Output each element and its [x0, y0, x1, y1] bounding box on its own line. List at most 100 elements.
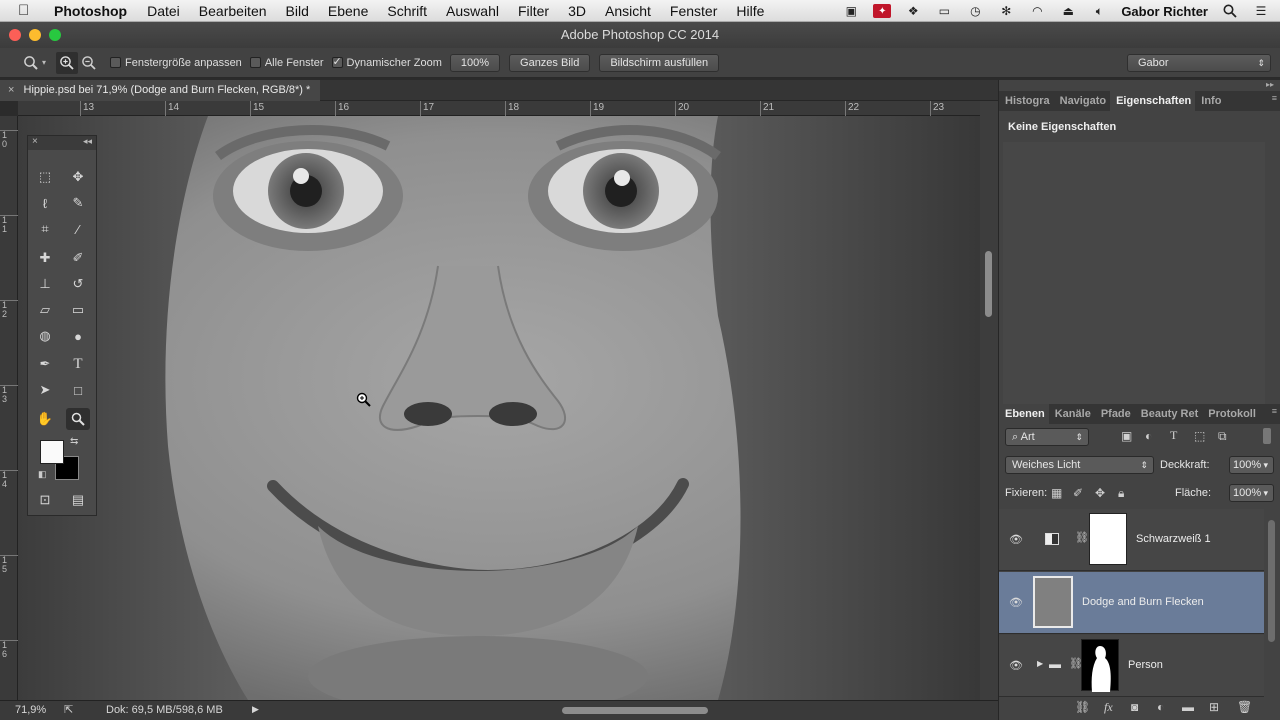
delete-layer-icon[interactable]: 🗑︎	[1237, 700, 1252, 714]
layers-panel-menu-icon[interactable]: ≡	[1272, 406, 1277, 416]
zoom-tool-icon[interactable]	[66, 408, 90, 430]
menu-ansicht[interactable]: Ansicht	[605, 3, 651, 19]
preset-dropdown-icon[interactable]: ▾	[42, 58, 46, 67]
tab-beauty-retouch[interactable]: Beauty Ret	[1135, 404, 1202, 424]
scrubby-zoom-option[interactable]: Dynamischer Zoom	[331, 55, 442, 69]
resize-windows-checkbox[interactable]	[110, 57, 122, 68]
share-icon[interactable]: ⇱	[64, 703, 73, 716]
menu-auswahl[interactable]: Auswahl	[446, 3, 499, 19]
lock-image-icon[interactable]: ✐	[1073, 486, 1083, 500]
spotlight-search-icon[interactable]	[1221, 4, 1239, 18]
brush-tool-icon[interactable]: ✐	[66, 247, 90, 269]
minimize-window-button[interactable]	[29, 29, 41, 41]
document-canvas[interactable]	[18, 116, 980, 700]
menu-bearbeiten[interactable]: Bearbeiten	[199, 3, 267, 19]
layer-row-dodge-burn[interactable]: 👁︎ Dodge and Burn Flecken	[999, 572, 1264, 634]
tab-paths[interactable]: Pfade	[1095, 404, 1135, 424]
user-name[interactable]: Gabor Richter	[1121, 4, 1208, 19]
healing-brush-tool-icon[interactable]: ✚	[33, 247, 57, 269]
default-colors-icon[interactable]: ◧	[38, 469, 47, 480]
filter-pixel-icon[interactable]: ▣	[1121, 429, 1132, 443]
canvas-vertical-scrollbar[interactable]	[980, 101, 998, 700]
lock-all-icon[interactable]: 🔒︎	[1118, 486, 1124, 501]
zoom-100-button[interactable]: 100%	[449, 53, 501, 72]
time-machine-icon[interactable]: ◷	[966, 4, 984, 18]
eyedropper-tool-icon[interactable]: ⁄	[66, 218, 90, 240]
menu-schrift[interactable]: Schrift	[387, 3, 427, 19]
horizontal-ruler[interactable]: 13 14 15 16 17 18 19 20 21 22 23	[18, 101, 980, 116]
menu-3d[interactable]: 3D	[568, 3, 586, 19]
new-layer-icon[interactable]: ⊞	[1209, 700, 1219, 714]
filter-adjustment-icon[interactable]: ◐	[1145, 429, 1152, 443]
tab-info[interactable]: Info	[1195, 91, 1225, 111]
layer-name[interactable]: Person	[1128, 659, 1163, 671]
layer-row-schwarzweiss[interactable]: 👁︎ ⛓︎ Schwarzweiß 1	[999, 509, 1264, 571]
tab-layers[interactable]: Ebenen	[999, 404, 1049, 424]
wifi-icon[interactable]: ◠	[1028, 4, 1046, 18]
close-window-button[interactable]	[9, 29, 21, 41]
close-document-icon[interactable]: ×	[8, 84, 14, 96]
new-group-icon[interactable]: ▬	[1182, 700, 1194, 714]
apple-menu-icon[interactable]: 	[18, 2, 40, 19]
zoom-level[interactable]: 71,9%	[15, 704, 46, 716]
airplay-icon[interactable]: ▭	[935, 4, 953, 18]
opacity-field[interactable]: 100% ▾	[1229, 456, 1274, 474]
layer-mask-thumbnail[interactable]	[1089, 513, 1127, 565]
menu-filter[interactable]: Filter	[518, 3, 549, 19]
filter-smartobject-icon[interactable]: ⧉	[1218, 429, 1227, 444]
menu-datei[interactable]: Datei	[147, 3, 180, 19]
bluetooth-icon[interactable]: ✻	[997, 4, 1015, 18]
layers-scrollbar-thumb[interactable]	[1268, 520, 1275, 642]
vertical-ruler[interactable]: 10 11 12 13 14 15 16	[0, 116, 18, 700]
layer-name[interactable]: Dodge and Burn Flecken	[1082, 596, 1204, 608]
zoom-out-icon[interactable]	[78, 52, 100, 74]
link-mask-icon[interactable]: ⛓︎	[1075, 531, 1089, 544]
panel-menu-icon[interactable]: ≡	[1272, 93, 1277, 103]
resize-windows-option[interactable]: Fenstergröße anpassen	[110, 57, 242, 69]
layer-name[interactable]: Schwarzweiß 1	[1136, 533, 1211, 545]
blur-tool-icon[interactable]: ◍	[33, 325, 57, 347]
add-mask-icon[interactable]: ◙	[1131, 700, 1138, 714]
tab-properties[interactable]: Eigenschaften	[1110, 91, 1196, 111]
tools-panel-header[interactable]: × ◂◂	[28, 136, 96, 150]
eraser-tool-icon[interactable]: ▱	[33, 299, 57, 321]
history-brush-tool-icon[interactable]: ↺	[66, 273, 90, 295]
zoom-in-icon[interactable]	[56, 51, 79, 74]
collapse-tools-icon[interactable]: ◂◂	[83, 136, 92, 147]
dodge-tool-icon[interactable]: ●	[66, 325, 90, 347]
horizontal-scroll-thumb[interactable]	[562, 707, 708, 714]
rectangle-tool-icon[interactable]: □	[66, 379, 90, 401]
screen-recorder-icon[interactable]: ▣	[842, 4, 860, 18]
crop-tool-icon[interactable]: ⌗	[33, 218, 57, 240]
menu-hilfe[interactable]: Hilfe	[736, 3, 764, 19]
status-menu-arrow-icon[interactable]: ▶	[252, 704, 259, 715]
foreground-color-front[interactable]	[40, 440, 64, 464]
rect-marquee-tool-icon[interactable]: ⬚	[33, 166, 57, 188]
layer-filter-kind-select[interactable]: ⌕ Art ⇕	[1005, 428, 1089, 446]
all-windows-checkbox[interactable]	[249, 57, 261, 68]
layer-thumbnail[interactable]	[1033, 576, 1073, 628]
app-tray-red-icon[interactable]: ✦	[873, 4, 892, 18]
menu-fenster[interactable]: Fenster	[670, 3, 717, 19]
filter-type-icon[interactable]: T	[1170, 428, 1177, 443]
link-layers-icon[interactable]: ⛓︎	[1075, 700, 1090, 714]
blend-mode-select[interactable]: Weiches Licht ⇕	[1005, 456, 1154, 474]
eject-icon[interactable]: ⏏	[1059, 4, 1077, 18]
vertical-scroll-thumb[interactable]	[985, 251, 992, 317]
visibility-eye-icon[interactable]: 👁︎	[1009, 596, 1023, 609]
tab-channels[interactable]: Kanäle	[1049, 404, 1095, 424]
zoom-window-button[interactable]	[49, 29, 61, 41]
tab-navigator[interactable]: Navigato	[1054, 91, 1110, 111]
workspace-select[interactable]: Gabor ⇕	[1127, 53, 1271, 72]
all-windows-option[interactable]: Alle Fenster	[249, 57, 324, 69]
lasso-tool-icon[interactable]: ℓ	[33, 192, 57, 214]
menu-app-name[interactable]: Photoshop	[54, 3, 127, 19]
path-selection-tool-icon[interactable]: ➤	[33, 379, 57, 401]
expand-group-icon[interactable]: ▶	[1037, 659, 1043, 668]
swap-colors-icon[interactable]: ⇆	[70, 436, 78, 447]
close-tools-icon[interactable]: ×	[32, 136, 38, 147]
new-adjustment-icon[interactable]: ◐	[1157, 700, 1164, 714]
menu-bild[interactable]: Bild	[286, 3, 309, 19]
hand-tool-icon[interactable]: ✋	[33, 408, 57, 430]
filter-toggle[interactable]	[1263, 428, 1271, 444]
